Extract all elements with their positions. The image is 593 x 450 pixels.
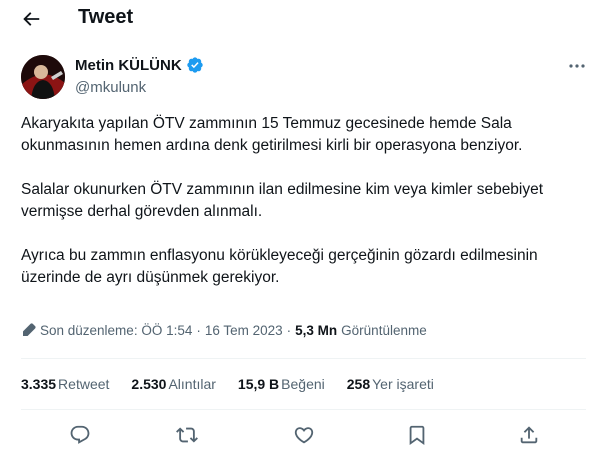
page-title: Tweet: [78, 6, 134, 28]
tweet-paragraph: Salalar okunurken ÖTV zammının ilan edil…: [21, 181, 544, 220]
reply-icon[interactable]: [69, 424, 91, 446]
stat-quotes[interactable]: 2.530 Alıntılar: [131, 376, 216, 392]
bookmark-icon[interactable]: [406, 424, 428, 446]
views-count: 5,3 Mn: [295, 322, 338, 338]
tweet-paragraph: Akaryakıta yapılan ÖTV zammının 15 Temmu…: [21, 115, 523, 154]
author-handle[interactable]: @mkulunk: [75, 79, 146, 96]
views-label: Görüntülenme: [341, 322, 427, 338]
more-options-icon[interactable]: [567, 58, 587, 74]
action-bar: [0, 420, 593, 450]
tweet-stats: 3.335 Retweet 2.530 Alıntılar 15,9 B Beğeni…: [21, 376, 456, 392]
like-icon[interactable]: [293, 424, 315, 446]
author-name[interactable]: Metin KÜLÜNK: [75, 57, 182, 74]
divider: [21, 358, 586, 359]
tweet-text: Akaryakıta yapılan ÖTV zammının 15 Temmu…: [21, 113, 586, 311]
stat-retweets[interactable]: 3.335 Retweet: [21, 376, 109, 392]
avatar[interactable]: [21, 55, 65, 99]
divider: [21, 409, 586, 410]
edited-label[interactable]: Son düzenleme: ÖÖ 1:54: [40, 323, 192, 338]
stat-bookmarks[interactable]: 258 Yer işareti: [347, 376, 434, 392]
retweet-icon[interactable]: [176, 424, 198, 446]
edit-pencil-icon: [23, 323, 36, 336]
author-name-row: Metin KÜLÜNK: [75, 56, 204, 74]
back-arrow-icon[interactable]: [20, 8, 42, 30]
tweet-meta: Son düzenleme: ÖÖ 1:54 · 16 Tem 2023 · 5…: [21, 322, 427, 338]
stat-likes[interactable]: 15,9 B Beğeni: [238, 376, 325, 392]
tweet-paragraph: Ayrıca bu zammın enflasyonu körükleyeceğ…: [21, 247, 538, 286]
tweet-date[interactable]: 16 Tem 2023: [205, 323, 283, 338]
share-icon[interactable]: [518, 424, 540, 446]
verified-badge-icon: [186, 57, 203, 73]
page-header: Tweet: [0, 0, 593, 38]
